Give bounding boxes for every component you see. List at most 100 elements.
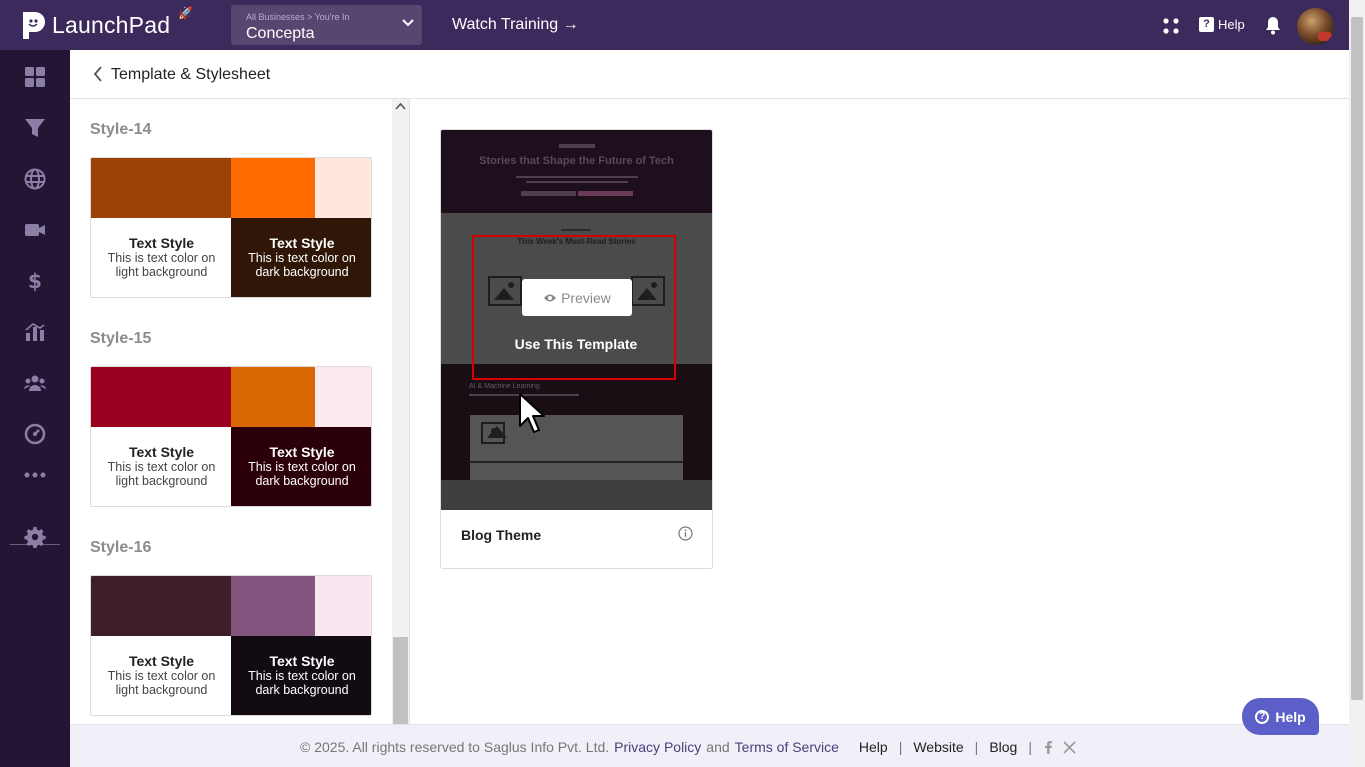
style-label: Style-16 [90, 539, 152, 556]
dark-sample-title: Text Style [269, 235, 335, 251]
preview-label: Preview [561, 289, 611, 306]
svg-text:$: $ [28, 270, 42, 292]
light-sample-body: This is text color on light background [107, 669, 216, 697]
light-sample-title: Text Style [128, 444, 195, 460]
dark-text-sample: Text Style This is text color on dark ba… [231, 636, 371, 715]
and-text: and [706, 739, 730, 755]
thumb-input [521, 191, 576, 196]
scrollbar-thumb[interactable] [393, 637, 408, 724]
primary-swatch [91, 158, 231, 218]
chart-icon[interactable] [24, 321, 46, 343]
style-card-15[interactable]: Text Style This is text color on light b… [90, 366, 372, 507]
business-breadcrumb: All Businesses > You're In [246, 12, 350, 22]
style-card-14[interactable]: Text Style This is text color on light b… [90, 157, 372, 298]
x-twitter-icon[interactable] [1063, 740, 1076, 754]
footer-blog-link[interactable]: Blog [989, 739, 1017, 755]
dark-text-sample: Text Style This is text color on dark ba… [231, 427, 371, 506]
funnel-icon[interactable] [24, 117, 46, 139]
chevron-down-icon [402, 19, 414, 27]
style-panel-scrollbar[interactable] [392, 99, 409, 724]
footer-separator: | [898, 739, 903, 755]
thumb-hero: Stories that Shape the Future of Tech [441, 130, 712, 213]
template-name: Blog Theme [461, 527, 542, 543]
dark-sample-body: This is text color on dark background [248, 460, 356, 488]
thumb-section-title: AI & Machine Learning [469, 383, 540, 390]
thumb-text-line [526, 181, 628, 183]
dark-sample-title: Text Style [269, 653, 335, 669]
dark-sample-body: This is text color on dark background [248, 669, 356, 697]
terms-link[interactable]: Terms of Service [735, 739, 839, 755]
style-label: Style-15 [90, 330, 152, 347]
thumb-footer [441, 480, 712, 510]
tertiary-swatch [315, 367, 371, 427]
style-label: Style-14 [90, 121, 152, 138]
template-thumbnail[interactable]: Stories that Shape the Future of Tech Th… [441, 130, 712, 510]
avatar[interactable] [1297, 8, 1334, 45]
light-text-sample: Text Style This is text color on light b… [91, 218, 232, 297]
help-chat-label: Help [1275, 708, 1306, 725]
back-arrow-icon[interactable] [92, 66, 104, 82]
secondary-swatch [231, 158, 315, 218]
rocket-icon: 🚀 [178, 6, 193, 20]
thumb-badge [559, 144, 595, 148]
apps-grid-icon[interactable] [1161, 16, 1181, 36]
eye-icon [544, 294, 557, 301]
question-circle-icon: ? [1255, 709, 1270, 724]
footer-website-link[interactable]: Website [913, 739, 963, 755]
light-sample-title: Text Style [128, 653, 195, 669]
side-nav: $ [0, 50, 70, 767]
social-links [1043, 740, 1076, 754]
logo-icon [23, 12, 45, 39]
light-text-sample: Text Style This is text color on light b… [91, 636, 232, 715]
page-scrollbar-thumb[interactable] [1351, 17, 1363, 700]
dark-sample-body: This is text color on dark background [248, 251, 356, 279]
dollar-icon[interactable]: $ [24, 270, 46, 292]
style-list-panel: Style-14 Text Style This is text color o… [70, 99, 410, 724]
light-sample-title: Text Style [128, 235, 195, 251]
footer-separator: | [974, 739, 979, 755]
thumb-badge [561, 229, 591, 231]
light-sample-body: This is text color on light background [107, 251, 216, 279]
dark-text-sample: Text Style This is text color on dark ba… [231, 218, 371, 297]
page-header: Template & Stylesheet [70, 50, 1349, 99]
preview-button[interactable]: Preview [522, 279, 632, 316]
info-icon[interactable] [678, 526, 693, 541]
thumb-button [578, 191, 633, 196]
thumb-divider [470, 461, 683, 463]
secondary-swatch [231, 576, 315, 636]
dashboard-icon[interactable] [24, 66, 46, 88]
scroll-up-icon[interactable] [392, 99, 409, 114]
business-selector[interactable]: All Businesses > You're In Concepta [231, 5, 422, 45]
dark-sample-title: Text Style [269, 444, 335, 460]
question-icon: ? [1199, 17, 1214, 32]
globe-icon[interactable] [24, 168, 46, 190]
thumb-heading: Stories that Shape the Future of Tech [479, 155, 674, 167]
image-placeholder-icon [481, 422, 507, 444]
primary-swatch [91, 576, 231, 636]
footer-help-link[interactable]: Help [859, 739, 888, 755]
bell-icon[interactable] [1264, 15, 1282, 35]
footer: © 2025. All rights reserved to Saglus In… [70, 724, 1349, 767]
brand-logo[interactable]: LaunchPad [20, 8, 200, 42]
tertiary-swatch [315, 576, 371, 636]
privacy-policy-link[interactable]: Privacy Policy [614, 739, 701, 755]
style-card-16[interactable]: Text Style This is text color on light b… [90, 575, 372, 716]
secondary-swatch [231, 367, 315, 427]
facebook-icon[interactable] [1043, 740, 1053, 754]
analytics-icon[interactable] [24, 423, 46, 445]
template-card[interactable]: Stories that Shape the Future of Tech Th… [440, 129, 713, 569]
video-icon[interactable] [24, 219, 46, 241]
brand-name: LaunchPad [52, 11, 171, 38]
help-link[interactable]: ? Help [1199, 17, 1245, 32]
more-icon[interactable] [24, 464, 46, 486]
help-label: Help [1218, 17, 1245, 32]
help-chat-button[interactable]: ? Help [1242, 698, 1319, 735]
page-title: Template & Stylesheet [111, 66, 271, 83]
copyright-text: © 2025. All rights reserved to Saglus In… [300, 739, 610, 755]
watch-training-link[interactable]: Watch Training → [452, 16, 579, 34]
light-text-sample: Text Style This is text color on light b… [91, 427, 232, 506]
thumb-text-line [516, 176, 638, 178]
use-template-button[interactable]: Use This Template [472, 336, 680, 352]
users-icon[interactable] [24, 372, 46, 394]
settings-icon[interactable] [24, 526, 46, 548]
